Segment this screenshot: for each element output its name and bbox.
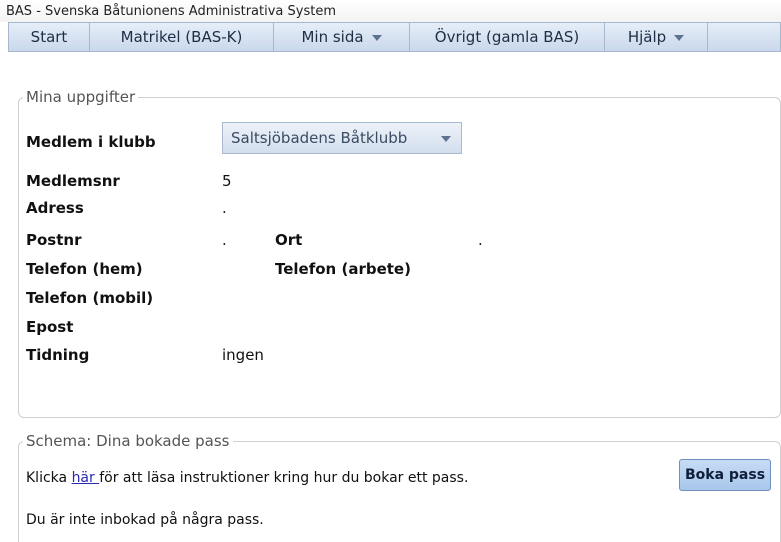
chevron-down-icon bbox=[371, 35, 382, 41]
phone-home-label: Telefon (hem) bbox=[26, 260, 143, 278]
no-booking-message: Du är inte inbokad på några pass. bbox=[26, 512, 264, 528]
main-menu-bar: Start Matrikel (BAS-K) Min sida Övrigt (… bbox=[8, 22, 781, 52]
menu-item-hjalp[interactable]: Hjälp bbox=[605, 23, 708, 51]
menu-item-label: Hjälp bbox=[627, 28, 667, 46]
book-shift-button[interactable]: Boka pass bbox=[679, 459, 771, 491]
member-no-value: 5 bbox=[222, 172, 232, 190]
address-value: . bbox=[222, 199, 227, 217]
instruction-text-before: Klicka bbox=[26, 470, 72, 486]
instruction-text: Klicka här för att läsa instruktioner kr… bbox=[26, 470, 468, 486]
postcode-label: Postnr bbox=[26, 231, 82, 249]
menu-item-label: Start bbox=[30, 28, 68, 46]
menu-item-ovrigt[interactable]: Övrigt (gamla BAS) bbox=[410, 23, 605, 51]
newspaper-value: ingen bbox=[222, 346, 264, 364]
menu-item-min-sida[interactable]: Min sida bbox=[274, 23, 410, 51]
club-select-value: Saltsjöbadens Båtklubb bbox=[231, 129, 408, 147]
instruction-text-after: för att läsa instruktioner kring hur du … bbox=[99, 470, 469, 486]
city-label: Ort bbox=[275, 231, 303, 249]
menu-item-label: Min sida bbox=[301, 28, 364, 46]
email-label: Epost bbox=[26, 318, 74, 336]
chevron-down-icon bbox=[674, 35, 685, 41]
newspaper-label: Tidning bbox=[26, 346, 90, 364]
phone-mobile-label: Telefon (mobil) bbox=[26, 289, 154, 307]
member-no-label: Medlemsnr bbox=[26, 172, 120, 190]
panel-legend: Mina uppgifter bbox=[26, 88, 136, 106]
window-title: BAS - Svenska Båtunionens Administrativa… bbox=[0, 0, 781, 22]
city-value: . bbox=[478, 231, 483, 249]
panel-legend: Schema: Dina bokade pass bbox=[26, 432, 230, 450]
menu-item-label: Matrikel (BAS-K) bbox=[120, 28, 243, 46]
postcode-value: . bbox=[222, 231, 227, 249]
address-label: Adress bbox=[26, 199, 84, 217]
chevron-down-icon bbox=[441, 136, 451, 142]
phone-work-label: Telefon (arbete) bbox=[275, 260, 411, 278]
menu-item-matrikel[interactable]: Matrikel (BAS-K) bbox=[90, 23, 274, 51]
menu-item-start[interactable]: Start bbox=[9, 23, 90, 51]
club-select[interactable]: Saltsjöbadens Båtklubb bbox=[222, 122, 462, 154]
club-label: Medlem i klubb bbox=[26, 133, 156, 151]
instructions-link[interactable]: här bbox=[72, 470, 100, 486]
menu-item-label: Övrigt (gamla BAS) bbox=[434, 28, 580, 46]
